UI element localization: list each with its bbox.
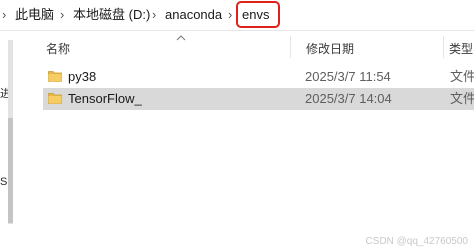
folder-icon — [48, 71, 62, 82]
file-name[interactable]: TensorFlow_ — [68, 91, 142, 107]
breadcrumb-separator[interactable]: › — [228, 5, 232, 25]
column-header-type[interactable]: 类型 — [449, 40, 473, 57]
file-date-modified: 2025/3/7 11:54 — [305, 69, 391, 84]
breadcrumb-separator[interactable]: › — [152, 5, 156, 25]
highlight-box — [236, 1, 280, 28]
folder-icon — [48, 93, 62, 104]
list-item[interactable]: py38 2025/3/7 11:54 文件 — [43, 66, 474, 88]
column-divider[interactable] — [290, 36, 291, 58]
breadcrumb-item-anaconda[interactable]: anaconda — [165, 5, 222, 25]
file-date-modified: 2025/3/7 14:04 — [305, 91, 392, 106]
column-header-name[interactable]: 名称 — [46, 40, 70, 57]
breadcrumb-item-local-disk-d[interactable]: 本地磁盘 (D:) — [73, 5, 150, 25]
column-header-date-modified[interactable]: 修改日期 — [306, 40, 354, 57]
file-type: 文件 — [450, 69, 474, 84]
sort-up-icon[interactable] — [176, 34, 186, 42]
file-name[interactable]: py38 — [68, 69, 96, 85]
breadcrumb-separator[interactable]: › — [2, 5, 6, 25]
column-divider[interactable] — [443, 36, 444, 58]
breadcrumb-separator[interactable]: › — [60, 5, 64, 25]
column-header: 名称 修改日期 类型 — [12, 31, 474, 61]
file-explorer-window: › 此电脑 › 本地磁盘 (D:) › anaconda › envs 进 SO… — [0, 0, 474, 250]
breadcrumb-item-this-pc[interactable]: 此电脑 — [15, 5, 54, 25]
watermark: CSDN @qq_42760500 — [365, 236, 468, 247]
list-item-selected[interactable]: TensorFlow_ 2025/3/7 14:04 文件 — [43, 88, 474, 110]
address-bar[interactable]: › 此电脑 › 本地磁盘 (D:) › anaconda › envs — [0, 0, 474, 31]
nav-scrollbar-thumb[interactable] — [8, 118, 13, 223]
file-type: 文件 — [450, 91, 474, 106]
